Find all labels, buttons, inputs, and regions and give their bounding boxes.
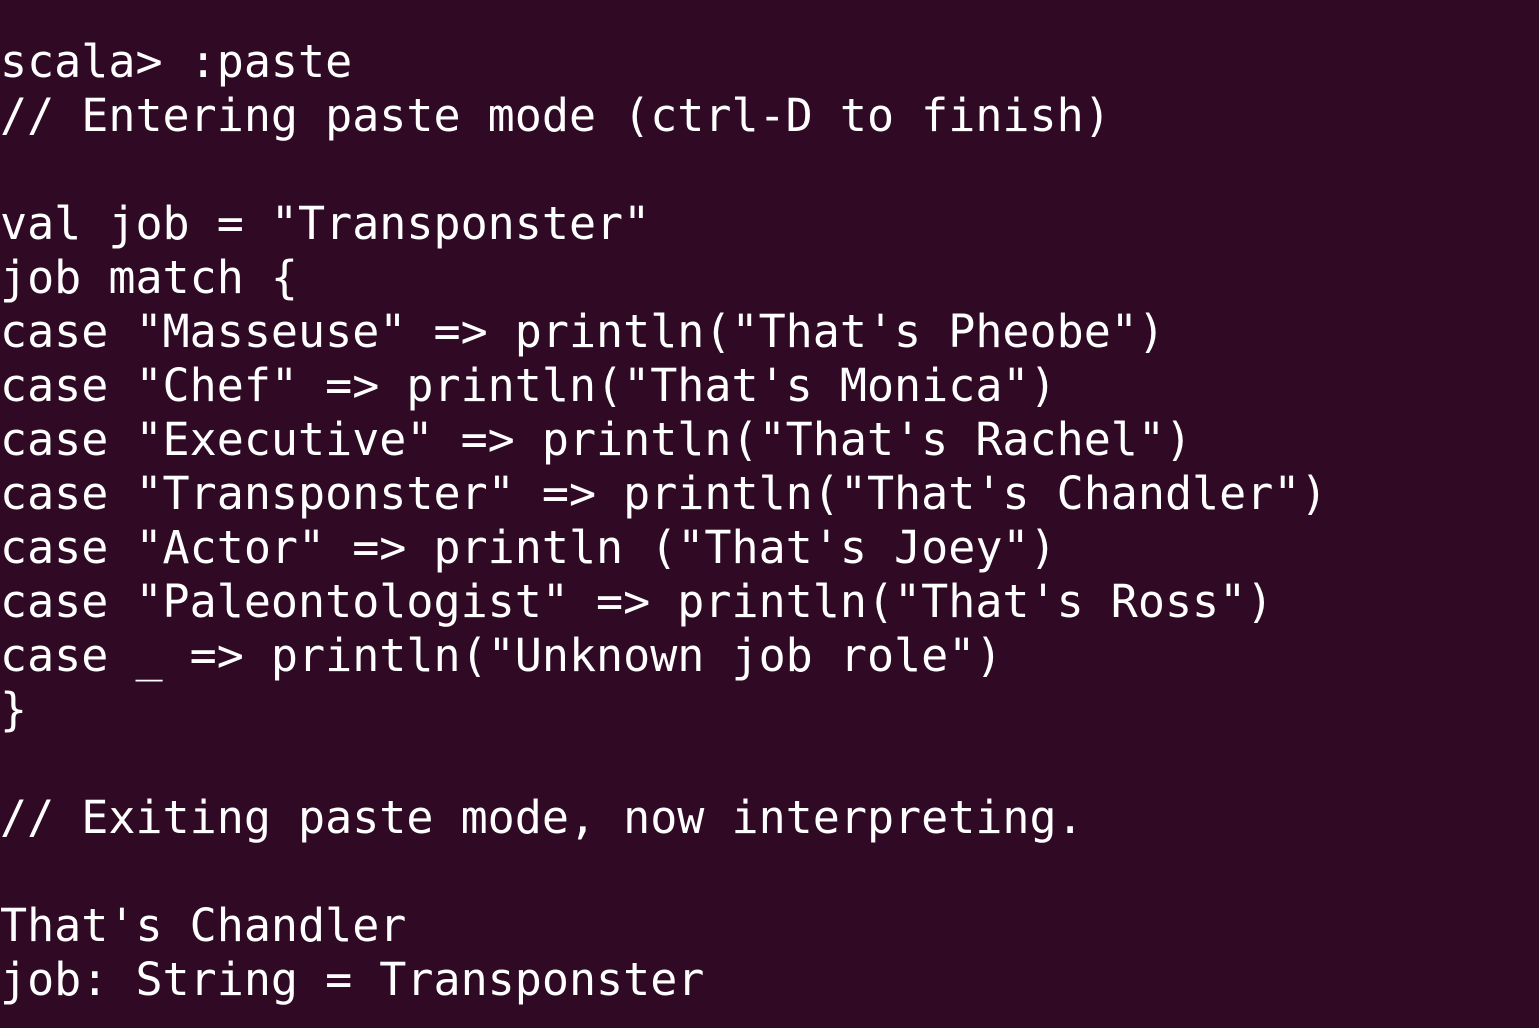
code-line-close-brace: }: [0, 683, 28, 736]
output-line: That's Chandler: [0, 899, 407, 952]
code-line-case-paleontologist: case "Paleontologist" => println("That's…: [0, 575, 1274, 628]
code-line-match: job match {: [0, 251, 299, 304]
code-line-case-masseuse: case "Masseuse" => println("That's Pheob…: [0, 305, 1165, 358]
code-line-case-executive: case "Executive" => println("That's Rach…: [0, 413, 1193, 466]
paste-mode-enter-line: // Entering paste mode (ctrl-D to finish…: [0, 89, 1111, 142]
code-line-val: val job = "Transponster": [0, 197, 651, 250]
paste-mode-exit-line: // Exiting paste mode, now interpreting.: [0, 791, 1084, 844]
code-line-case-default: case _ => println("Unknown job role"): [0, 629, 1003, 682]
terminal-window[interactable]: scala> :paste // Entering paste mode (ct…: [0, 0, 1539, 1028]
code-line-case-transponster: case "Transponster" => println("That's C…: [0, 467, 1328, 520]
result-line: job: String = Transponster: [0, 953, 705, 1006]
code-line-case-actor: case "Actor" => println ("That's Joey"): [0, 521, 1057, 574]
prompt-line: scala> :paste: [0, 35, 353, 88]
code-line-case-chef: case "Chef" => println("That's Monica"): [0, 359, 1057, 412]
